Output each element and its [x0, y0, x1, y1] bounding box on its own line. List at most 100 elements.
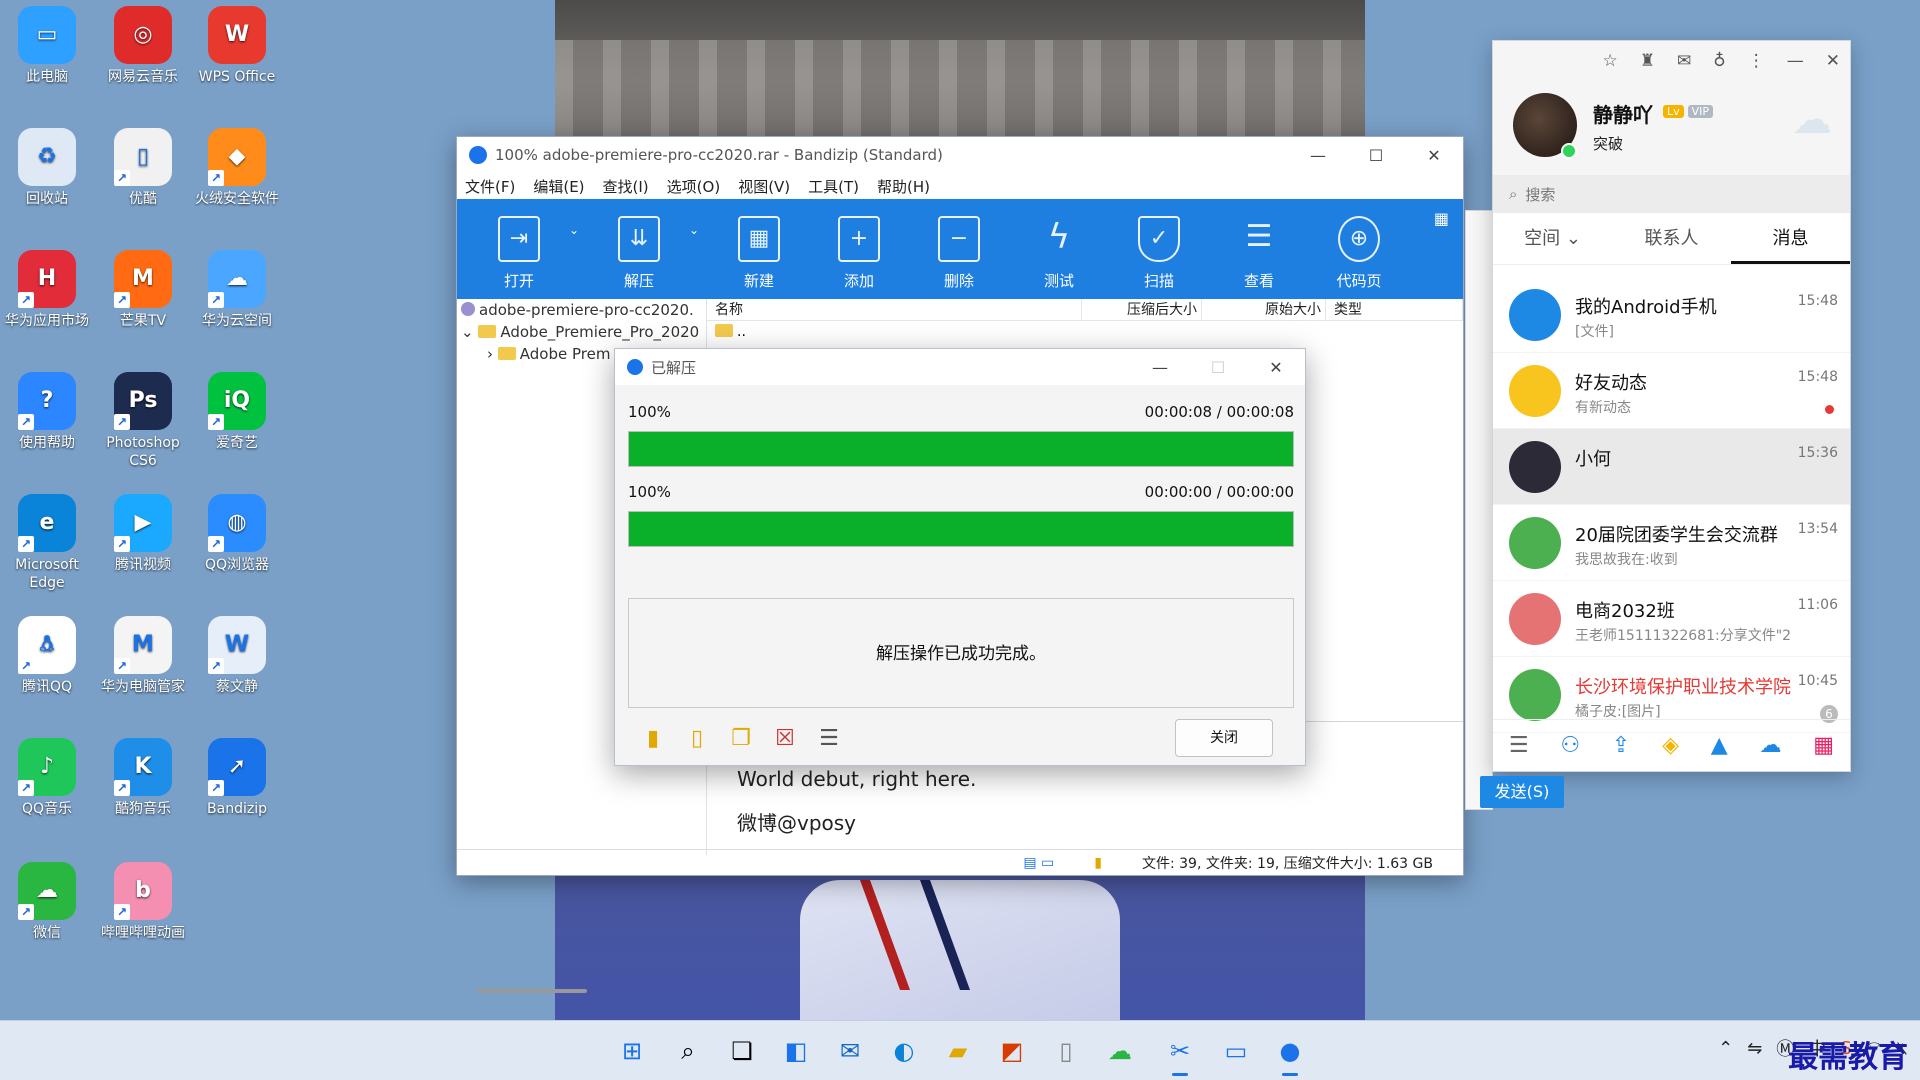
conversation-item[interactable]: 20届院团委学生会交流群 我思故我在:收到 13:54	[1493, 505, 1850, 581]
desktop-icon-qq-browser[interactable]: ◍ ↗ QQ浏览器	[190, 488, 284, 574]
desktop-icon-iqiyi[interactable]: iQ ↗ 爱奇艺	[190, 366, 284, 452]
menu-file[interactable]: 文件(F)	[465, 176, 515, 197]
desktop-icon-edge[interactable]: e ↗ Microsoft Edge	[0, 488, 94, 592]
chevron-down-icon[interactable]: ⌄	[461, 323, 474, 341]
desktop-icon-bilibili[interactable]: b ↗ 哔哩哔哩动画	[96, 856, 190, 942]
chevron-up-icon[interactable]: ⌃	[1718, 1038, 1733, 1059]
search-icon[interactable]: ⌕	[668, 1031, 708, 1071]
desktop-icon-wps-office[interactable]: W WPS Office	[190, 0, 284, 86]
desktop-icon-qq-music[interactable]: ♪ ↗ QQ音乐	[0, 732, 94, 818]
star-icon[interactable]: ☆	[1603, 51, 1618, 71]
desktop-icon-huawei-pc-manager[interactable]: M ↗ 华为电脑管家	[96, 610, 190, 696]
close-icon[interactable]: ✕	[1826, 51, 1840, 71]
conversation-item[interactable]: 好友动态 有新动态 15:48	[1493, 353, 1850, 429]
menu-icon[interactable]: ☰	[809, 721, 849, 755]
start-icon[interactable]: ⊞	[612, 1031, 652, 1071]
dialog-close-icon[interactable]: ✕	[1247, 358, 1305, 377]
notepad-icon[interactable]: ▯	[1046, 1031, 1086, 1071]
more-icon[interactable]: ⋮	[1748, 51, 1765, 71]
desktop-icon-photoshop[interactable]: Ps ↗ Photoshop CS6	[96, 366, 190, 470]
desktop-icon-bandizip[interactable]: ➚ ↗ Bandizip	[190, 732, 284, 818]
weather-cloud-icon[interactable]: ☁	[1792, 97, 1832, 143]
task-view-icon[interactable]: ❏	[722, 1031, 762, 1071]
desktop-icon-huawei-appgallery[interactable]: H ↗ 华为应用市场	[0, 244, 94, 330]
close-window-button[interactable]: ✕	[1405, 146, 1463, 165]
tab-contacts[interactable]: 联系人	[1612, 213, 1731, 264]
open-button[interactable]: ⇥ 打开	[469, 216, 569, 291]
open-archive-icon[interactable]: ▯	[677, 721, 717, 755]
game-icon[interactable]: ◈	[1662, 733, 1679, 758]
desktop-icon-huawei-cloud[interactable]: ☁ ↗ 华为云空间	[190, 244, 284, 330]
open-dropdown-icon[interactable]: ⌄	[569, 223, 589, 237]
desktop-icon-help[interactable]: ? ↗ 使用帮助	[0, 366, 94, 452]
search-input[interactable]: ⌕ 搜索	[1493, 175, 1850, 213]
snipping-tool-icon[interactable]: ✂	[1160, 1031, 1200, 1071]
col-name[interactable]: 名称	[707, 299, 1082, 320]
tree-item-archive[interactable]: adobe-premiere-pro-cc2020.	[457, 299, 706, 321]
delete-archive-icon[interactable]: ☒	[765, 721, 805, 755]
codepage-button[interactable]: ⊕ 代码页	[1309, 216, 1409, 291]
col-original-size[interactable]: 原始大小	[1202, 299, 1326, 320]
app-manager-icon[interactable]: ▦	[1813, 733, 1834, 758]
desktop-icon-netease-music[interactable]: ◎ 网易云音乐	[96, 0, 190, 86]
desktop-icon-tencent-video[interactable]: ▶ ↗ 腾讯视频	[96, 488, 190, 574]
horizontal-scrollbar[interactable]	[477, 989, 587, 993]
view-button[interactable]: ☰ 查看	[1209, 216, 1309, 291]
layout-grid-icon[interactable]: ▦	[1434, 209, 1449, 228]
bandizip-titlebar[interactable]: 100% adobe-premiere-pro-cc2020.rar - Ban…	[457, 137, 1463, 173]
archive-info-icon[interactable]: ▮	[1094, 855, 1102, 871]
bandizip-icon[interactable]: ●	[1270, 1031, 1310, 1071]
view-mode-icons[interactable]: ▤ ▭	[1023, 855, 1054, 871]
desktop-icon-youku[interactable]: ▯ ↗ 优酷	[96, 122, 190, 208]
bell-icon[interactable]: ♁	[1713, 51, 1725, 71]
tree-item-folder[interactable]: ⌄ Adobe_Premiere_Pro_2020	[457, 321, 706, 343]
extract-button[interactable]: ⇊ 解压	[589, 216, 689, 291]
weiyun-icon[interactable]: ☁	[1759, 733, 1781, 758]
tab-space[interactable]: 空间 ⌄	[1493, 213, 1612, 264]
tab-messages[interactable]: 消息	[1731, 213, 1850, 264]
minimize-icon[interactable]: —	[1787, 51, 1804, 71]
menu-tools[interactable]: 工具(T)	[808, 176, 859, 197]
widgets-icon[interactable]: ◧	[776, 1031, 816, 1071]
desktop-icon-wechat[interactable]: ☁ ↗ 微信	[0, 856, 94, 942]
office-icon[interactable]: ◩	[992, 1031, 1032, 1071]
add-friend-icon[interactable]: ⚇	[1560, 733, 1580, 758]
send-button[interactable]: 发送(S)	[1480, 776, 1564, 808]
add-button[interactable]: + 添加	[809, 216, 909, 291]
mail-icon[interactable]: ✉	[1677, 51, 1691, 71]
mail-icon[interactable]: ✉	[830, 1031, 870, 1071]
shirt-icon[interactable]: ♜	[1640, 51, 1655, 71]
desktop-icon-tencent-qq[interactable]: 🐧︎ ↗ 腾讯QQ	[0, 610, 94, 696]
close-button[interactable]: 关闭	[1175, 719, 1273, 757]
extract-dropdown-icon[interactable]: ⌄	[689, 223, 709, 237]
delete-button[interactable]: − 删除	[909, 216, 1009, 291]
conversation-item[interactable]: 小何 15:36	[1493, 429, 1850, 505]
online-status-icon[interactable]	[1561, 143, 1577, 159]
edge-icon[interactable]: ◐	[884, 1031, 924, 1071]
table-row[interactable]: ..	[707, 321, 1463, 343]
maximize-button[interactable]: ☐	[1347, 146, 1405, 165]
signature[interactable]: 突破	[1593, 133, 1623, 154]
conversation-item[interactable]: 电商2032班王老师15111322681:分享文件"2022年 11:06	[1493, 581, 1850, 657]
desktop-icon-word-doc[interactable]: W ↗ 蔡文静	[190, 610, 284, 696]
new-button[interactable]: ▦ 新建	[709, 216, 809, 291]
menu-help[interactable]: 帮助(H)	[877, 176, 930, 197]
chevron-right-icon[interactable]: ›	[487, 345, 493, 363]
open-folder-icon[interactable]: ▮	[633, 721, 673, 755]
desktop-icon-this-pc[interactable]: ▭ 此电脑	[0, 0, 94, 86]
mini-app-icon[interactable]: ▲	[1711, 733, 1728, 758]
file-transfer-icon[interactable]: ⇪	[1612, 733, 1630, 758]
file-explorer-icon[interactable]: ▰	[938, 1031, 978, 1071]
desktop-icon-huorong[interactable]: ◆ ↗ 火绒安全软件	[190, 122, 284, 208]
dialog-titlebar[interactable]: 已解压 — ☐ ✕	[615, 349, 1305, 385]
main-menu-icon[interactable]: ☰	[1509, 733, 1529, 758]
desktop-icon-mango-tv[interactable]: M ↗ 芒果TV	[96, 244, 190, 330]
col-compressed-size[interactable]: 压缩后大小	[1082, 299, 1202, 320]
tray-app-icon[interactable]: ⇋	[1747, 1038, 1762, 1059]
menu-find[interactable]: 查找(I)	[603, 176, 649, 197]
menu-edit[interactable]: 编辑(E)	[533, 176, 584, 197]
test-button[interactable]: ϟ 测试	[1009, 216, 1109, 291]
conversation-item[interactable]: 我的Android手机 [文件] 15:48	[1493, 277, 1850, 353]
phone-manager-icon[interactable]: ▭	[1216, 1031, 1256, 1071]
copy-path-icon[interactable]: ❐	[721, 721, 761, 755]
